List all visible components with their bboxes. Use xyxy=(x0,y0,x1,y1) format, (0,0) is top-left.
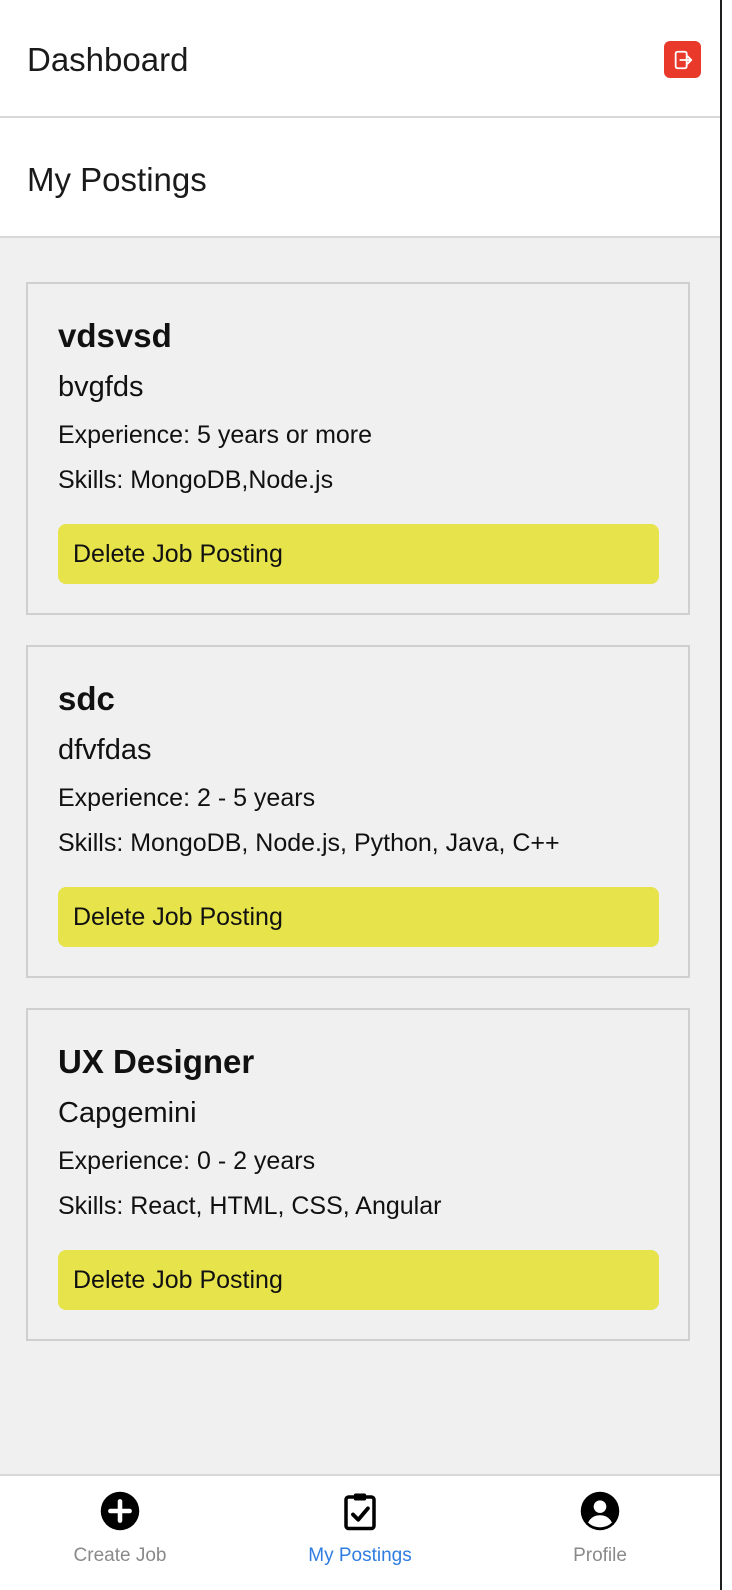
tab-label: Profile xyxy=(573,1545,627,1566)
posting-title: UX Designer xyxy=(58,1043,255,1080)
posting-company: bvgfds xyxy=(58,371,144,403)
postings-list: vdsvsd bvgfds Experience: 5 years or mor… xyxy=(26,282,690,1371)
posting-title: vdsvsd xyxy=(58,317,172,354)
clipboard-check-icon xyxy=(344,1493,376,1531)
page-title: Dashboard xyxy=(27,41,189,78)
tab-label: My Postings xyxy=(308,1545,412,1566)
delete-job-posting-button[interactable]: Delete Job Posting xyxy=(58,1250,659,1310)
posting-skills: Skills: MongoDB,Node.js xyxy=(58,466,334,494)
section-header: My Postings xyxy=(0,118,720,238)
posting-experience: Experience: 0 - 2 years xyxy=(58,1147,316,1175)
tab-label: Create Job xyxy=(73,1545,167,1566)
posting-card: UX Designer Capgemini Experience: 0 - 2 … xyxy=(26,1008,690,1341)
logout-icon xyxy=(674,50,692,69)
posting-title: sdc xyxy=(58,680,115,717)
plus-circle-icon xyxy=(100,1491,140,1531)
posting-experience: Experience: 5 years or more xyxy=(58,421,373,449)
section-title: My Postings xyxy=(27,161,207,198)
delete-job-posting-button[interactable]: Delete Job Posting xyxy=(58,524,659,584)
posting-company: Capgemini xyxy=(58,1097,197,1129)
posting-skills: Skills: MongoDB, Node.js, Python, Java, … xyxy=(58,829,560,857)
posting-skills: Skills: React, HTML, CSS, Angular xyxy=(58,1192,442,1220)
logout-button[interactable] xyxy=(664,41,701,78)
tab-profile[interactable]: Profile xyxy=(480,1476,720,1590)
tab-my-postings[interactable]: My Postings xyxy=(240,1476,480,1590)
posting-card: sdc dfvfdas Experience: 2 - 5 years Skil… xyxy=(26,645,690,978)
tab-create-job[interactable]: Create Job xyxy=(0,1476,240,1590)
posting-card: vdsvsd bvgfds Experience: 5 years or mor… xyxy=(26,282,690,615)
posting-experience: Experience: 2 - 5 years xyxy=(58,784,316,812)
top-header: Dashboard xyxy=(0,0,720,118)
delete-job-posting-button[interactable]: Delete Job Posting xyxy=(58,887,659,947)
app-frame: Dashboard My Postings vdsvsd bvgfds Expe… xyxy=(0,0,732,1590)
user-circle-icon xyxy=(580,1491,620,1531)
window-edge xyxy=(722,0,732,1590)
posting-company: dfvfdas xyxy=(58,734,152,766)
bottom-tab-bar: Create Job My Postings Profile xyxy=(0,1474,720,1590)
app-screen: Dashboard My Postings vdsvsd bvgfds Expe… xyxy=(0,0,722,1590)
